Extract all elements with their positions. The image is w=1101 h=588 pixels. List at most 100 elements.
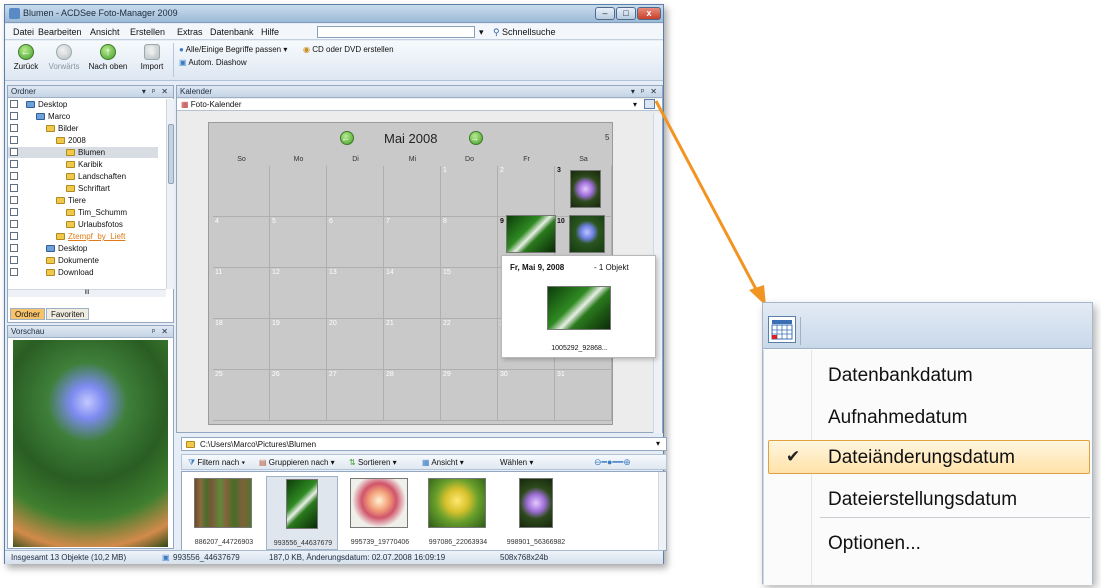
close-button[interactable]: x (637, 7, 661, 20)
menu-extras[interactable]: Extras (177, 27, 203, 37)
menu-datenbank[interactable]: Datenbank (210, 27, 254, 37)
back-button[interactable]: ← Zurück (11, 44, 41, 71)
zoom-slider[interactable]: ⊖━●━━⊕ (594, 457, 631, 468)
folder-tree-item[interactable]: Dokumente (8, 255, 158, 266)
quick-search-button[interactable]: Schnellsuche (502, 27, 556, 37)
thumbnail-item[interactable]: 995739_19770406 (344, 476, 416, 550)
calendar-day-cell[interactable]: 22 (441, 319, 498, 370)
folder-checkbox[interactable] (10, 184, 18, 192)
path-dropdown-icon[interactable]: ▾ (656, 439, 660, 448)
thumbnail-item[interactable]: 886207_44726903 (188, 476, 260, 550)
day-9-photo[interactable] (506, 215, 556, 253)
calendar-day-cell[interactable]: 31 (555, 370, 612, 421)
pane-controls[interactable]: ᵖ ✕ (152, 327, 170, 336)
folder-checkbox[interactable] (10, 196, 18, 204)
folder-tree-item[interactable]: Blumen (8, 147, 158, 158)
view-button[interactable]: ▦ Ansicht ▾ (422, 458, 464, 467)
calendar-day-cell[interactable] (270, 166, 327, 217)
folder-tree-item[interactable]: Tiere (8, 195, 158, 206)
group-button[interactable]: ▤ Gruppieren nach ▾ (259, 458, 335, 467)
import-button[interactable]: ⇩ Import (137, 44, 167, 71)
folder-tree-item[interactable]: 2008 (8, 135, 158, 146)
menu-bearbeiten[interactable]: Bearbeiten (38, 27, 82, 37)
calendar-day-cell[interactable]: 19 (270, 319, 327, 370)
calendar-day-cell[interactable] (327, 166, 384, 217)
thumbnail-scrollbar[interactable] (658, 472, 666, 550)
pane-controls[interactable]: ▾ ᵖ ✕ (142, 87, 170, 96)
calendar-options-icon[interactable] (768, 316, 796, 343)
mode-dropdown-arrow-icon[interactable]: ▾ (633, 100, 637, 109)
select-button[interactable]: Wählen ▾ (500, 458, 533, 467)
calendar-day-cell[interactable] (384, 166, 441, 217)
quick-search-input[interactable] (317, 26, 475, 38)
tab-favoriten[interactable]: Favoriten (46, 308, 90, 320)
folder-tree-item[interactable]: Desktop (8, 99, 158, 110)
menu-item-optionen[interactable]: Optionen... (828, 533, 921, 555)
up-button[interactable]: ↑ Nach oben (87, 44, 129, 71)
calendar-day-cell[interactable]: 27 (327, 370, 384, 421)
tree-vertical-scrollbar[interactable] (166, 99, 174, 289)
tags-match-button[interactable]: ● Alle/Einige Begriffe passen ▾ (179, 45, 287, 54)
folder-checkbox[interactable] (10, 160, 18, 168)
forward-button[interactable]: → Vorwärts (47, 44, 81, 71)
pane-controls[interactable]: ▾ ᵖ ✕ (631, 87, 659, 96)
calendar-day-cell[interactable]: 12 (270, 268, 327, 319)
thumbnail-item[interactable]: 998901_56366982 (500, 476, 572, 550)
folder-tree-item[interactable]: Desktop (8, 243, 158, 254)
calendar-day-cell[interactable]: 2 (498, 166, 555, 217)
filter-button[interactable]: ⧩ Filtern nach ▾ (188, 458, 245, 468)
calendar-day-cell[interactable]: 30 (498, 370, 555, 421)
menu-item-dateiaenderungsdatum[interactable]: Dateiänderungsdatum (828, 447, 1015, 469)
calendar-day-cell[interactable] (213, 166, 270, 217)
tree-horizontal-scrollbar[interactable]: III (8, 289, 166, 297)
calendar-day-cell[interactable]: 25 (213, 370, 270, 421)
folder-checkbox[interactable] (10, 100, 18, 108)
folder-checkbox[interactable] (10, 208, 18, 216)
calendar-day-cell[interactable]: 21 (384, 319, 441, 370)
folder-checkbox[interactable] (10, 268, 18, 276)
calendar-day-cell[interactable]: 4 (213, 217, 270, 268)
folder-checkbox[interactable] (10, 220, 18, 228)
folder-checkbox[interactable] (10, 244, 18, 252)
folder-checkbox[interactable] (10, 148, 18, 156)
scroll-thumb[interactable] (168, 124, 174, 184)
calendar-day-cell[interactable]: 7 (384, 217, 441, 268)
calendar-day-cell[interactable]: 20 (327, 319, 384, 370)
day-10-photo[interactable] (569, 215, 605, 253)
calendar-day-cell[interactable]: 28 (384, 370, 441, 421)
folder-tree-item[interactable]: Landschaften (8, 171, 158, 182)
menu-ansicht[interactable]: Ansicht (90, 27, 120, 37)
menu-datei[interactable]: Datei (13, 27, 34, 37)
menu-item-dateierstellungsdatum[interactable]: Dateierstellungsdatum (828, 489, 1017, 511)
create-cd-button[interactable]: ◉ CD oder DVD erstellen (303, 45, 394, 54)
calendar-day-cell[interactable]: 6 (327, 217, 384, 268)
menu-item-aufnahmedatum[interactable]: Aufnahmedatum (828, 407, 967, 429)
folder-checkbox[interactable] (10, 232, 18, 240)
calendar-day-cell[interactable]: 26 (270, 370, 327, 421)
tab-ordner[interactable]: Ordner (10, 308, 45, 320)
thumbnail-item[interactable]: 997086_22063934 (422, 476, 494, 550)
previous-month-button[interactable]: ← (340, 131, 354, 145)
folder-checkbox[interactable] (10, 136, 18, 144)
calendar-day-cell[interactable]: 15 (441, 268, 498, 319)
folder-tree-item[interactable]: Urlaubsfotos (8, 219, 158, 230)
dropdown-arrow-icon[interactable]: ▾ (479, 27, 484, 38)
next-month-button[interactable]: → (469, 131, 483, 145)
sort-button[interactable]: ⇅ Sortieren ▾ (349, 458, 397, 467)
menu-hilfe[interactable]: Hilfe (261, 27, 279, 37)
folder-checkbox[interactable] (10, 172, 18, 180)
menu-item-datenbankdatum[interactable]: Datenbankdatum (828, 365, 973, 387)
folder-tree-item[interactable]: Download (8, 267, 158, 278)
calendar-day-cell[interactable]: 11 (213, 268, 270, 319)
folder-tree-item[interactable]: Schriftart (8, 183, 158, 194)
thumbnail-item-selected[interactable]: 993556_44637679 (266, 476, 338, 550)
folder-tree-item[interactable]: Ztempf_by_Lieft (8, 231, 158, 242)
folder-checkbox[interactable] (10, 256, 18, 264)
folder-tree-item[interactable]: Tim_Schumm (8, 207, 158, 218)
folder-checkbox[interactable] (10, 112, 18, 120)
calendar-day-cell[interactable]: 14 (384, 268, 441, 319)
menu-erstellen[interactable]: Erstellen (130, 27, 165, 37)
folder-tree-item[interactable]: Karibik (8, 159, 158, 170)
folder-tree-item[interactable]: Bilder (8, 123, 158, 134)
calendar-day-cell[interactable]: 29 (441, 370, 498, 421)
